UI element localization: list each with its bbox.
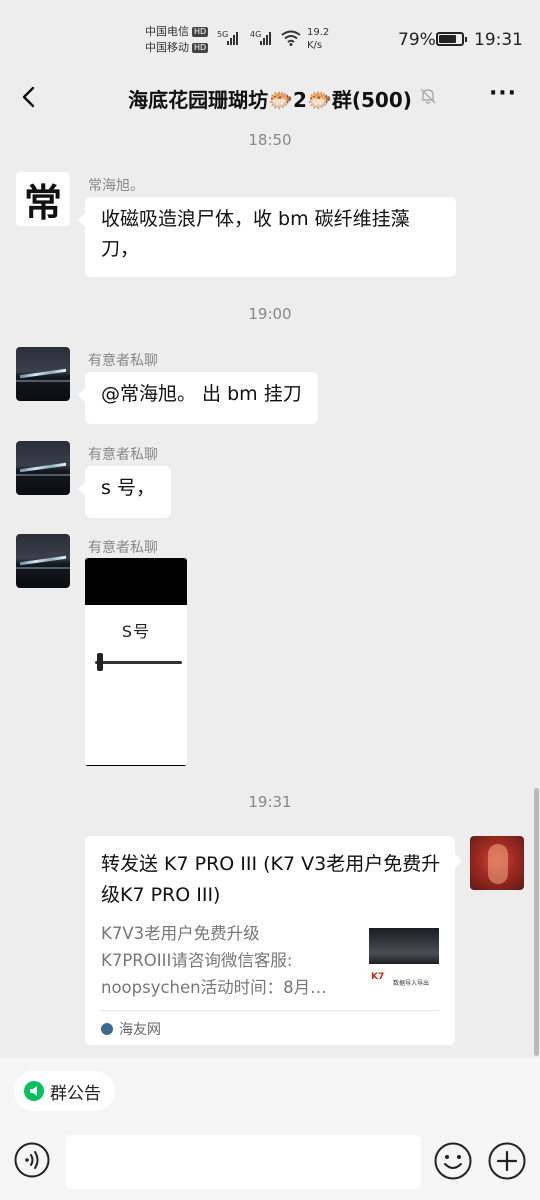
sender-name: 有意者私聊 (88, 353, 158, 369)
plus-icon[interactable] (488, 1142, 526, 1180)
status-bar: 中国电信 HD 中国移动 HD 5G 4G 19.2 K/s 79% 19:31 (0, 0, 540, 72)
network-speed: 19.2 K/s (307, 26, 329, 52)
voice-icon[interactable] (14, 1142, 50, 1178)
avatar[interactable]: 常 (16, 172, 70, 226)
hd-badge: HD (192, 27, 209, 37)
avatar[interactable] (16, 347, 70, 401)
avatar[interactable] (16, 534, 70, 588)
announcement-icon (24, 1081, 44, 1101)
signal-icon (260, 32, 271, 45)
message-bubble[interactable]: s 号， (78, 466, 171, 518)
timestamp: 18:50 (248, 131, 292, 149)
signal-icon (227, 32, 238, 45)
avatar-text: 常 (23, 179, 62, 225)
hd-badge: HD (192, 43, 209, 53)
divider (101, 1010, 439, 1011)
timestamp: 19:31 (248, 793, 292, 811)
image-message[interactable]: S号 (85, 558, 187, 766)
more-options-button[interactable]: ··· (488, 82, 518, 112)
link-card-thumbnail: K7 数据导入导出 (369, 928, 439, 998)
battery-percent: 79% (398, 30, 436, 50)
source-logo-icon (101, 1023, 113, 1035)
sender-name: 有意者私聊 (88, 540, 158, 556)
group-notice-button[interactable]: 群公告 (14, 1071, 115, 1111)
speed-value: 19.2 (307, 27, 330, 38)
message-bubble[interactable]: 收磁吸造浪尸体，收 bm 碳纤维挂藻刀， (78, 197, 456, 277)
link-card-description: K7V3老用户免费升级 K7PROIII请咨询微信客服: noopsychen活… (101, 924, 327, 997)
scrollbar[interactable] (534, 788, 539, 1056)
avatar[interactable] (470, 836, 524, 890)
battery-icon (436, 32, 467, 46)
input-bar (0, 1124, 540, 1200)
chat-title[interactable]: 海底花园珊瑚坊🐡2🐡群(500) (0, 84, 540, 113)
link-card[interactable]: 转发送 K7 PRO III (K7 V3老用户免费升级K7 PRO III) … (85, 836, 462, 1045)
sender-name: 有意者私聊 (88, 447, 158, 463)
thumb-brand: K7 (371, 972, 385, 982)
thumb-text: 数据导入导出 (393, 980, 430, 987)
bell-off-icon (420, 88, 436, 104)
group-notice-label: 群公告 (50, 1083, 101, 1104)
avatar[interactable] (16, 441, 70, 495)
carrier-1: 中国电信 (145, 25, 189, 38)
source-name: 海友网 (119, 1022, 161, 1038)
timestamp: 19:00 (248, 305, 292, 323)
speed-unit: K/s (307, 40, 323, 51)
wifi-icon (281, 30, 301, 46)
link-card-title: 转发送 K7 PRO III (K7 V3老用户免费升级K7 PRO III) (101, 853, 441, 906)
message-input[interactable] (66, 1135, 421, 1189)
carrier-info: 中国电信 HD 中国移动 HD (145, 24, 209, 56)
carrier-2: 中国移动 (145, 41, 189, 54)
image-caption: S号 (121, 622, 151, 641)
message-bubble[interactable]: @常海旭。 出 bm 挂刀 (78, 372, 318, 424)
notice-area: 群公告 (0, 1058, 540, 1124)
clock: 19:31 (474, 30, 523, 50)
link-card-source: 海友网 (101, 1019, 161, 1039)
sender-name: 常海旭。 (88, 178, 144, 194)
algae-scraper-graphic (95, 653, 182, 671)
emoji-icon[interactable] (434, 1142, 472, 1180)
chat-header: 海底花园珊瑚坊🐡2🐡群(500) ··· (0, 72, 540, 122)
